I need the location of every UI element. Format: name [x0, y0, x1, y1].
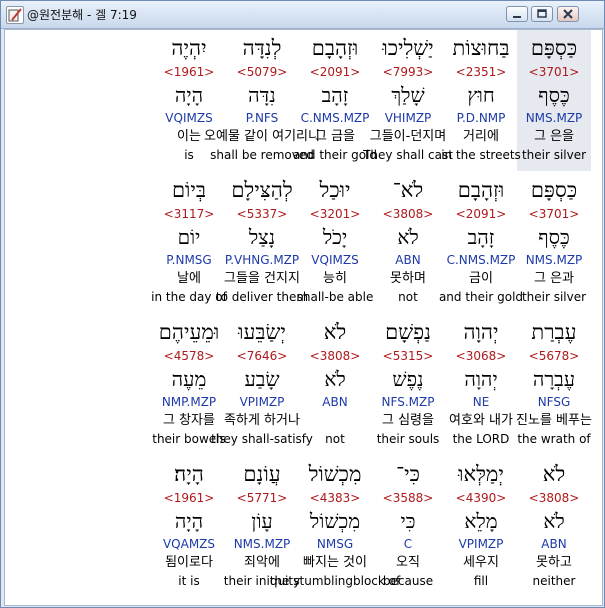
title-bar[interactable]: @원전분해 - 겔 7:19 — [1, 1, 604, 29]
korean-gloss: 이는 — [177, 129, 201, 144]
lemma-word: מֵעֶה — [171, 367, 207, 391]
korean-gloss: 됨이로다 — [165, 555, 213, 570]
morphology-code: VQAMZS — [162, 537, 216, 551]
english-gloss: it is — [178, 574, 200, 588]
strong-number: <1961> — [163, 491, 215, 505]
strong-number: <1961> — [163, 65, 215, 79]
maximize-button[interactable] — [531, 6, 553, 22]
close-icon — [563, 9, 573, 19]
bible-pencil-icon[interactable] — [6, 6, 24, 24]
app-window: @원전분해 - 겔 7:19 כַּסְפָּם <3701> כֶּסֶף NMS.… — [0, 0, 605, 608]
minimize-icon — [513, 16, 521, 18]
interlinear-panel[interactable]: כַּסְפָּם <3701> כֶּסֶף NMS.MZP 그 은을 their si… — [4, 29, 603, 606]
word-column[interactable]: הָיָה׃ <1961> הָיָה VQAMZS 됨이로다 it is — [152, 456, 226, 597]
hebrew-word: בְּיוֹם — [171, 178, 207, 202]
verse-row: לֹא <3808> לֹא ABN 못하고 neither יְמַלְּאוּ <4390… — [5, 456, 602, 597]
close-button[interactable] — [557, 6, 579, 22]
verse-row: עֶבְרַת <5678> עֶבְרָה NFSG 진노를 베푸는 the wrath… — [5, 314, 602, 455]
hebrew-word: הָיָה׃ — [174, 462, 204, 486]
verse-row: כַּסְפָּם <3701> כֶּסֶף NMS.MZP 그 은을 their si… — [5, 30, 602, 171]
hebrew-word: יִהְיֶה — [171, 36, 207, 60]
maximize-icon — [537, 9, 547, 18]
window-title: @원전분해 - 겔 7:19 — [27, 8, 137, 22]
word-column[interactable]: בְּיוֹם <3117> יוֹם P.NMSG 날에 in the day of — [151, 172, 227, 313]
english-gloss: in the day of — [151, 290, 227, 304]
english-gloss: is — [184, 148, 194, 162]
hebrew-word: וּמֵעֵיהֶם — [158, 320, 220, 344]
korean-gloss: 그 창자를 — [163, 413, 215, 428]
morphology-code: P.NMSG — [166, 253, 212, 267]
word-column[interactable]: יִהְיֶה <1961> הָיָה VQIMZS 이는 is — [152, 30, 226, 171]
strong-number: <4578> — [163, 349, 215, 363]
morphology-code: VQIMZS — [165, 111, 213, 125]
minimize-button[interactable] — [506, 6, 528, 22]
word-column[interactable]: וּמֵעֵיהֶם <4578> מֵעֶה NMP.MZP 그 창자를 their b… — [152, 314, 226, 455]
morphology-code: NMP.MZP — [161, 395, 217, 409]
korean-gloss: 날에 — [177, 271, 201, 286]
english-gloss: their bowels — [152, 432, 226, 446]
lemma-word: יוֹם — [177, 225, 201, 249]
lemma-word: הָיָה — [174, 83, 204, 107]
verse-row: כַּסְפָּם <3701> כֶּסֶף NMS.MZP 그 은과 their si… — [5, 172, 602, 313]
lemma-word: הָיָה — [174, 509, 204, 533]
strong-number: <3117> — [163, 207, 215, 221]
